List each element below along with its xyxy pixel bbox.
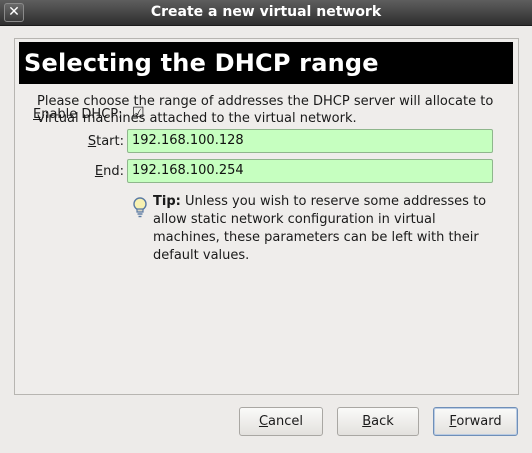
- enable-dhcp-checkbox[interactable]: ☑: [132, 106, 146, 120]
- end-label: End:: [94, 164, 124, 179]
- end-address-field[interactable]: 192.168.100.254: [127, 159, 493, 183]
- forward-button[interactable]: Forward: [433, 407, 518, 436]
- tip-label: Tip:: [153, 194, 181, 209]
- tip-body: Unless you wish to reserve some addresse…: [153, 194, 487, 263]
- back-button[interactable]: Back: [337, 407, 419, 436]
- enable-dhcp-label: Enable DHCP:: [33, 107, 123, 122]
- tip-text: Tip: Unless you wish to reserve some add…: [153, 193, 498, 265]
- start-address-field[interactable]: 192.168.100.128: [127, 129, 493, 153]
- lightbulb-icon: [133, 197, 147, 218]
- cancel-button[interactable]: Cancel: [239, 407, 323, 436]
- window-titlebar: ✕ Create a new virtual network: [0, 0, 532, 26]
- page-title: Selecting the DHCP range: [24, 49, 379, 77]
- start-label: Start:: [87, 134, 124, 149]
- window-title: Create a new virtual network: [150, 4, 382, 20]
- page-banner: Selecting the DHCP range: [19, 42, 513, 84]
